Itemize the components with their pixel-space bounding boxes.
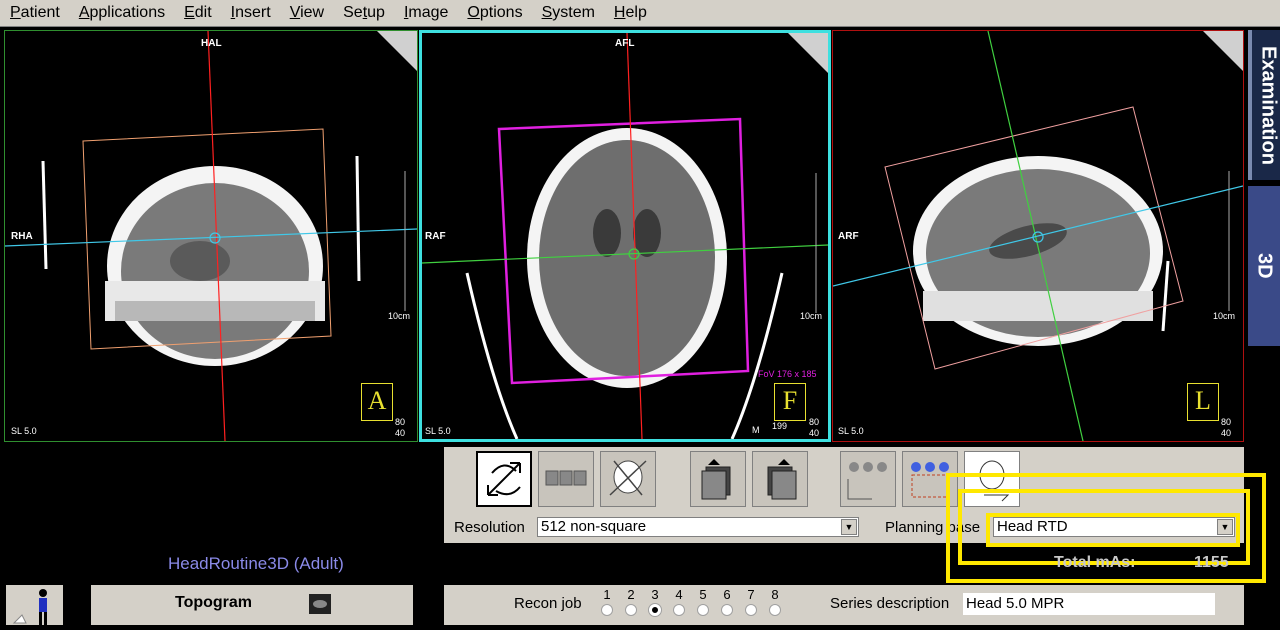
protocol-name: HeadRoutine3D (Adult) <box>168 554 344 573</box>
recon-job-number: 4 <box>675 587 683 602</box>
series-description-input[interactable]: Head 5.0 MPR <box>963 593 1215 615</box>
orientation-top-label: HAL <box>201 38 222 49</box>
menu-insert[interactable]: Insert <box>221 0 280 26</box>
next-image-button[interactable] <box>752 451 808 507</box>
menu-help[interactable]: Help <box>604 0 656 26</box>
recon-job-radio-8[interactable] <box>769 604 781 616</box>
image-number-label: 199 <box>772 421 788 431</box>
window-center-values: 80 40 <box>1221 417 1232 438</box>
topogram-button[interactable]: Topogram <box>91 585 413 625</box>
recon-job-radio-5[interactable] <box>697 604 709 616</box>
menu-options[interactable]: Options <box>457 0 531 26</box>
recon-job-number: 5 <box>699 587 707 602</box>
orientation-left-label: RHA <box>11 231 33 242</box>
menu-view[interactable]: View <box>280 0 333 26</box>
menu-image[interactable]: Image <box>394 0 457 26</box>
total-mas-label: Total mAs: <box>1054 554 1136 571</box>
orientation-left-label: RAF <box>425 231 446 242</box>
rotate-move-icon <box>487 462 521 496</box>
range-planning-icon <box>847 462 887 500</box>
multi-view-button[interactable] <box>538 451 594 507</box>
recon-panel: Recon job Series description Head 5.0 MP… <box>444 585 1244 625</box>
menu-applications[interactable]: Applications <box>69 0 174 26</box>
menu-patient[interactable]: Patient <box>0 0 69 26</box>
resolution-value: 512 non-square <box>541 518 647 535</box>
recon-job-number: 1 <box>603 587 611 602</box>
patient-figure-icon <box>12 589 47 625</box>
coronal-image <box>5 31 417 441</box>
sagittal-image <box>833 31 1243 441</box>
multi-view-icon <box>545 470 587 486</box>
tab-3d[interactable]: 3D <box>1248 186 1280 346</box>
orientation-cube-icon: A <box>361 383 393 421</box>
viewport-coronal[interactable]: HAL RHA 10cm SL 5.0 A 80 40 <box>4 30 418 442</box>
recon-job-number: 7 <box>747 587 755 602</box>
slice-label: SL 5.0 <box>11 426 37 436</box>
recon-job-radio-7[interactable] <box>745 604 757 616</box>
series-description-label: Series description <box>830 595 950 612</box>
tab-examination[interactable]: Examination <box>1248 30 1280 180</box>
total-mas-value: 1155 <box>1194 554 1229 571</box>
page-corner-icon[interactable] <box>1203 31 1243 71</box>
head-tilt-button[interactable] <box>600 451 656 507</box>
recon-job-number: 2 <box>627 587 635 602</box>
previous-image-button[interactable] <box>690 451 746 507</box>
viewport-sagittal[interactable]: ARF 10cm SL 5.0 L 80 40 <box>832 30 1244 442</box>
recon-job-radio-6[interactable] <box>721 604 733 616</box>
patient-position-button[interactable] <box>6 585 63 625</box>
viewport-axial[interactable]: AFL RAF 10cm FoV 176 x 185 SL 5.0 M 199 … <box>419 30 831 442</box>
topogram-label: Topogram <box>175 594 253 611</box>
resolution-dropdown[interactable]: 512 non-square ▼ <box>537 517 859 537</box>
page-corner-icon[interactable] <box>377 31 417 71</box>
highlight-frame-inner <box>986 513 1240 547</box>
recon-job-radio-2[interactable] <box>625 604 637 616</box>
menu-bar: Patient Applications Edit Insert View Setup Im… <box>0 0 1280 27</box>
range-planning-button[interactable] <box>840 451 896 507</box>
recon-job-label: Recon job <box>514 595 582 612</box>
image-stack-forward-icon <box>767 459 797 500</box>
menu-system[interactable]: System <box>532 0 604 26</box>
recon-job-radio-4[interactable] <box>673 604 685 616</box>
menu-edit[interactable]: Edit <box>174 0 221 26</box>
scale-label: 10cm <box>388 311 411 321</box>
chevron-down-icon[interactable]: ▼ <box>841 519 857 535</box>
orientation-cube-icon: F <box>774 383 806 421</box>
head-tilt-icon <box>609 460 647 496</box>
m-label: M <box>752 425 760 435</box>
orientation-cube-icon: L <box>1187 383 1219 421</box>
fov-label: FoV 176 x 185 <box>758 369 817 379</box>
resolution-label: Resolution <box>454 519 525 536</box>
menu-setup[interactable]: Setup <box>333 0 394 26</box>
slice-label: SL 5.0 <box>425 426 451 436</box>
recon-job-number: 6 <box>723 587 731 602</box>
topogram-thumbnail-icon <box>309 594 331 614</box>
orientation-left-label: ARF <box>838 231 859 242</box>
recon-job-number: 8 <box>771 587 779 602</box>
recon-job-radio-1[interactable] <box>601 604 613 616</box>
rotate-move-button[interactable] <box>476 451 532 507</box>
image-stack-back-icon <box>701 459 731 500</box>
recon-job-number: 3 <box>651 587 659 602</box>
slice-label: SL 5.0 <box>838 426 864 436</box>
window-center-values: 80 40 <box>395 417 406 438</box>
scale-label: 10cm <box>1213 311 1236 321</box>
recon-job-radio-3[interactable] <box>649 604 661 616</box>
window-center-values: 80 40 <box>809 417 820 438</box>
page-corner-icon[interactable] <box>788 33 828 73</box>
orientation-top-label: AFL <box>615 38 635 49</box>
scale-label: 10cm <box>800 311 823 321</box>
